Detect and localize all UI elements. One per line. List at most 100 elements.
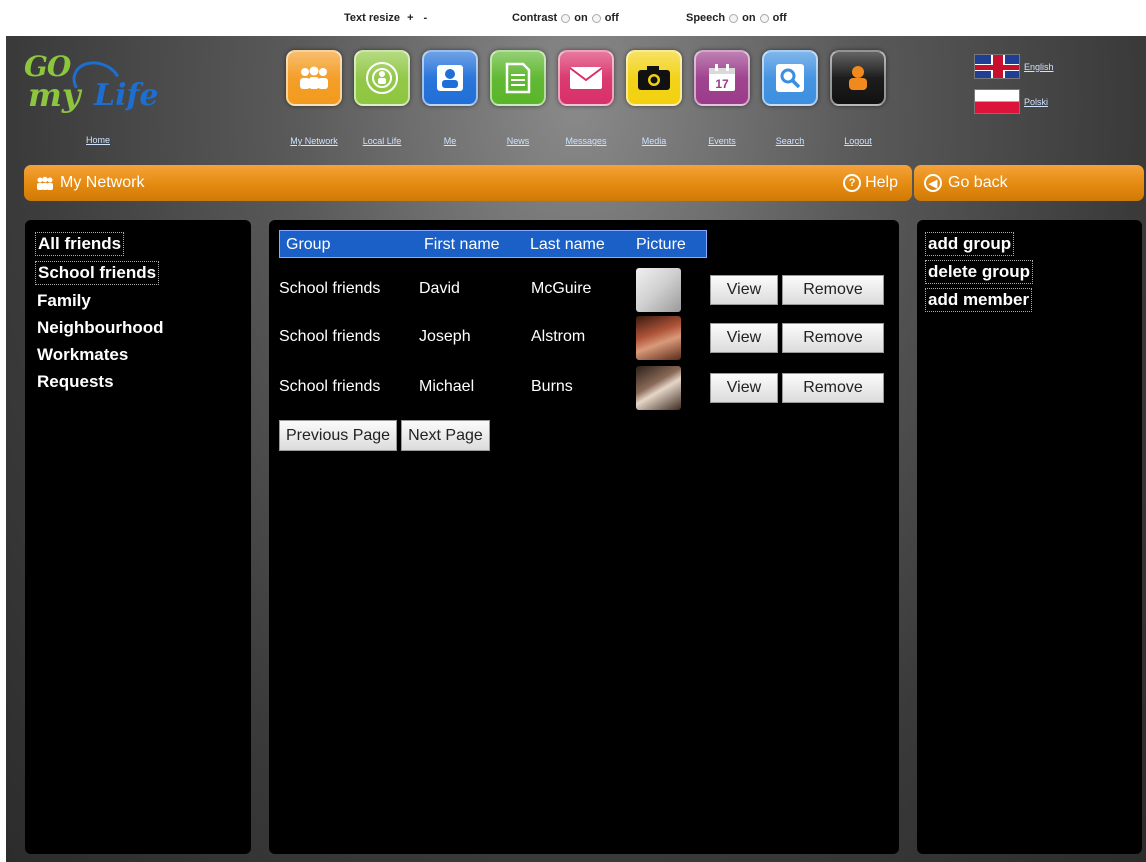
app-frame: GO my Life Home My Network Local Life Me xyxy=(6,36,1146,862)
table-row: School friends Joseph Alstrom View Remov… xyxy=(279,316,889,360)
table-row: School friends David McGuire View Remove xyxy=(279,268,889,312)
nav-label-search[interactable]: Search xyxy=(752,136,828,146)
text-resize-control: Text resize + - xyxy=(344,12,430,24)
group-workmates[interactable]: Workmates xyxy=(35,344,130,366)
cell-first-name: David xyxy=(419,280,460,297)
text-decrease-button[interactable]: - xyxy=(421,12,431,24)
add-member-button[interactable]: add member xyxy=(925,288,1033,312)
nav-news[interactable]: News xyxy=(486,50,548,160)
go-back-bar: ◀ Go back xyxy=(914,165,1144,201)
group-all-friends[interactable]: All friends xyxy=(35,232,125,256)
contrast-off-label: off xyxy=(604,12,619,24)
member-photo xyxy=(636,316,681,360)
cell-first-name: Joseph xyxy=(419,328,471,345)
target-icon[interactable] xyxy=(354,50,410,106)
svg-text:17: 17 xyxy=(715,77,729,91)
section-title-bar: My Network ? Help xyxy=(24,165,912,201)
home-link[interactable]: Home xyxy=(86,135,110,145)
nav-media[interactable]: Media xyxy=(622,50,684,160)
speech-off-label: off xyxy=(772,12,787,24)
speech-off-radio[interactable] xyxy=(759,13,769,23)
nav-logout[interactable]: Logout xyxy=(826,50,888,160)
nav-label-logout[interactable]: Logout xyxy=(820,136,896,146)
calendar-icon[interactable]: 17 xyxy=(694,50,750,106)
view-button[interactable]: View xyxy=(710,275,778,305)
cell-last-name: McGuire xyxy=(531,280,592,297)
next-page-button[interactable]: Next Page xyxy=(401,420,490,451)
nav-label-media[interactable]: Media xyxy=(616,136,692,146)
back-arrow-icon: ◀ xyxy=(924,174,942,192)
view-button[interactable]: View xyxy=(710,323,778,353)
nav-search[interactable]: Search xyxy=(758,50,820,160)
nav-label-news[interactable]: News xyxy=(480,136,556,146)
contrast-off-radio[interactable] xyxy=(591,13,601,23)
text-increase-button[interactable]: + xyxy=(404,12,416,24)
contrast-control: Contrast on off xyxy=(512,12,619,24)
speech-control: Speech on off xyxy=(686,12,787,24)
table-header: Group First name Last name Picture xyxy=(279,230,707,258)
header-picture[interactable]: Picture xyxy=(636,236,686,254)
speech-on-label: on xyxy=(742,12,756,24)
cell-group: School friends xyxy=(279,280,381,297)
help-button[interactable]: ? Help xyxy=(843,174,898,192)
contrast-label: Contrast xyxy=(512,12,558,24)
language-polski-label[interactable]: Polski xyxy=(1024,97,1048,107)
camera-icon[interactable] xyxy=(626,50,682,106)
nav-my-network[interactable]: My Network xyxy=(282,50,344,160)
members-panel: Group First name Last name Picture Schoo… xyxy=(269,220,899,854)
previous-page-button[interactable]: Previous Page xyxy=(279,420,398,451)
group-requests[interactable]: Requests xyxy=(35,371,116,393)
nav-local-life[interactable]: Local Life xyxy=(350,50,412,160)
person-icon[interactable] xyxy=(422,50,478,106)
people-icon[interactable] xyxy=(286,50,342,106)
gomylife-logo[interactable]: GO my Life xyxy=(24,50,174,120)
remove-button[interactable]: Remove xyxy=(782,275,884,305)
nav-events[interactable]: 17 Events xyxy=(690,50,752,160)
header-first-name[interactable]: First name xyxy=(424,236,500,254)
group-school-friends[interactable]: School friends xyxy=(35,261,160,285)
view-button[interactable]: View xyxy=(710,373,778,403)
header-group[interactable]: Group xyxy=(286,236,330,254)
cell-group: School friends xyxy=(279,328,381,345)
header-last-name[interactable]: Last name xyxy=(530,236,605,254)
nav-label-messages[interactable]: Messages xyxy=(548,136,624,146)
remove-button[interactable]: Remove xyxy=(782,323,884,353)
uk-flag-icon[interactable] xyxy=(974,54,1020,79)
section-title: My Network xyxy=(36,174,144,192)
actions-panel: add group delete group add member xyxy=(917,220,1142,854)
help-label: Help xyxy=(865,174,898,191)
go-back-label: Go back xyxy=(948,174,1008,191)
cell-group: School friends xyxy=(279,378,381,395)
text-resize-label: Text resize xyxy=(344,12,401,24)
magnifier-icon[interactable] xyxy=(762,50,818,106)
group-neighbourhood[interactable]: Neighbourhood xyxy=(35,317,166,339)
speech-on-radio[interactable] xyxy=(729,13,739,23)
remove-button[interactable]: Remove xyxy=(782,373,884,403)
language-english-label[interactable]: English xyxy=(1024,62,1054,72)
cell-last-name: Burns xyxy=(531,378,573,395)
nav-messages[interactable]: Messages xyxy=(554,50,616,160)
document-icon[interactable] xyxy=(490,50,546,106)
go-back-button[interactable]: ◀ Go back xyxy=(924,174,1008,192)
pagination: Previous Page Next Page xyxy=(279,420,490,451)
contrast-on-label: on xyxy=(574,12,588,24)
logout-person-icon[interactable] xyxy=(830,50,886,106)
nav-me[interactable]: Me xyxy=(418,50,480,160)
add-group-button[interactable]: add group xyxy=(925,232,1015,256)
groups-list: All friends School friends Family Neighb… xyxy=(35,232,166,398)
help-icon: ? xyxy=(843,174,862,192)
actions-list: add group delete group add member xyxy=(925,232,1034,316)
group-family[interactable]: Family xyxy=(35,290,93,312)
poland-flag-icon[interactable] xyxy=(974,89,1020,114)
envelope-icon[interactable] xyxy=(558,50,614,106)
nav-label-me[interactable]: Me xyxy=(412,136,488,146)
cell-first-name: Michael xyxy=(419,378,475,395)
nav-label-local-life[interactable]: Local Life xyxy=(344,136,420,146)
nav-label-my-network[interactable]: My Network xyxy=(276,136,352,146)
delete-group-button[interactable]: delete group xyxy=(925,260,1034,284)
table-row: School friends Michael Burns View Remove xyxy=(279,366,889,410)
language-english[interactable]: English xyxy=(974,54,1054,79)
language-polski[interactable]: Polski xyxy=(974,89,1054,114)
contrast-on-radio[interactable] xyxy=(561,13,571,23)
nav-label-events[interactable]: Events xyxy=(684,136,760,146)
